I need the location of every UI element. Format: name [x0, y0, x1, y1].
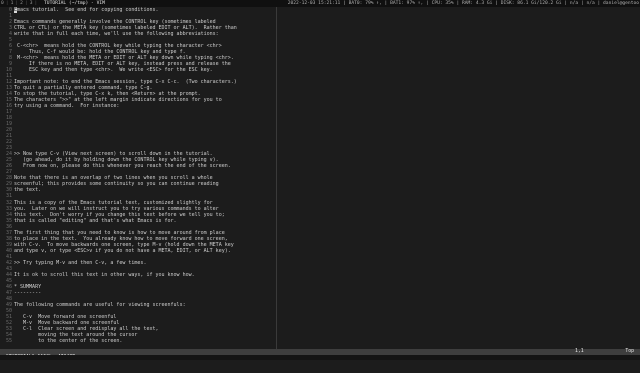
top-status-bar: 0 | 1 | 2 | 3 | TUTORIAL (~/tmp) - VIM 2022-12-… — [0, 0, 640, 7]
line-text: to the center of the screen. — [14, 337, 123, 344]
system-status: 2022-12-03 15:21:11 | BAT0: 79% ↑, | BAT… — [287, 1, 639, 6]
line-text: and type v, or type <ESC>v if you do not… — [14, 247, 231, 254]
line-text: write that in full each time, we'll use … — [14, 31, 219, 38]
workspace-list: 0 | 1 | 2 | 3 | — [0, 1, 38, 6]
line-number: 55 — [5, 337, 12, 344]
window-title: TUTORIAL (~/tmp) - VIM — [44, 1, 105, 6]
line-text: ESC key and then type <chr>. We write <E… — [14, 67, 213, 74]
line-text: try using a command. For instance: — [14, 103, 120, 110]
line-text: >> Try typing M-v and then C-v, a few ti… — [14, 259, 147, 266]
line-text: Emacs tutorial. See end for copying cond… — [14, 7, 159, 13]
line-text: The following commands are useful for vi… — [14, 301, 186, 308]
workspace-separator: | — [5, 1, 9, 6]
text-line[interactable]: 55 to the center of the screen. — [0, 338, 276, 344]
empty-pane[interactable] — [277, 7, 640, 349]
line-text: It is ok to scroll this text in other wa… — [14, 271, 195, 278]
line-text: screenful; this provides some continuity… — [14, 181, 219, 188]
workspace-separator: | — [34, 1, 38, 6]
line-text: the text. — [14, 187, 42, 194]
tutorial-text-pane[interactable]: 0 Emacs tutorial. See end for copying con… — [0, 7, 276, 349]
command-line[interactable] — [0, 355, 640, 360]
workspace-separator: | — [24, 1, 28, 6]
line-text: that is called "editing" and that's what… — [14, 217, 177, 224]
line-text: --------- — [14, 289, 42, 296]
line-text: From now on, please do this whenever you… — [14, 163, 231, 170]
editor-area[interactable]: 0 Emacs tutorial. See end for copying con… — [0, 7, 640, 349]
text-cursor: E — [14, 7, 18, 13]
